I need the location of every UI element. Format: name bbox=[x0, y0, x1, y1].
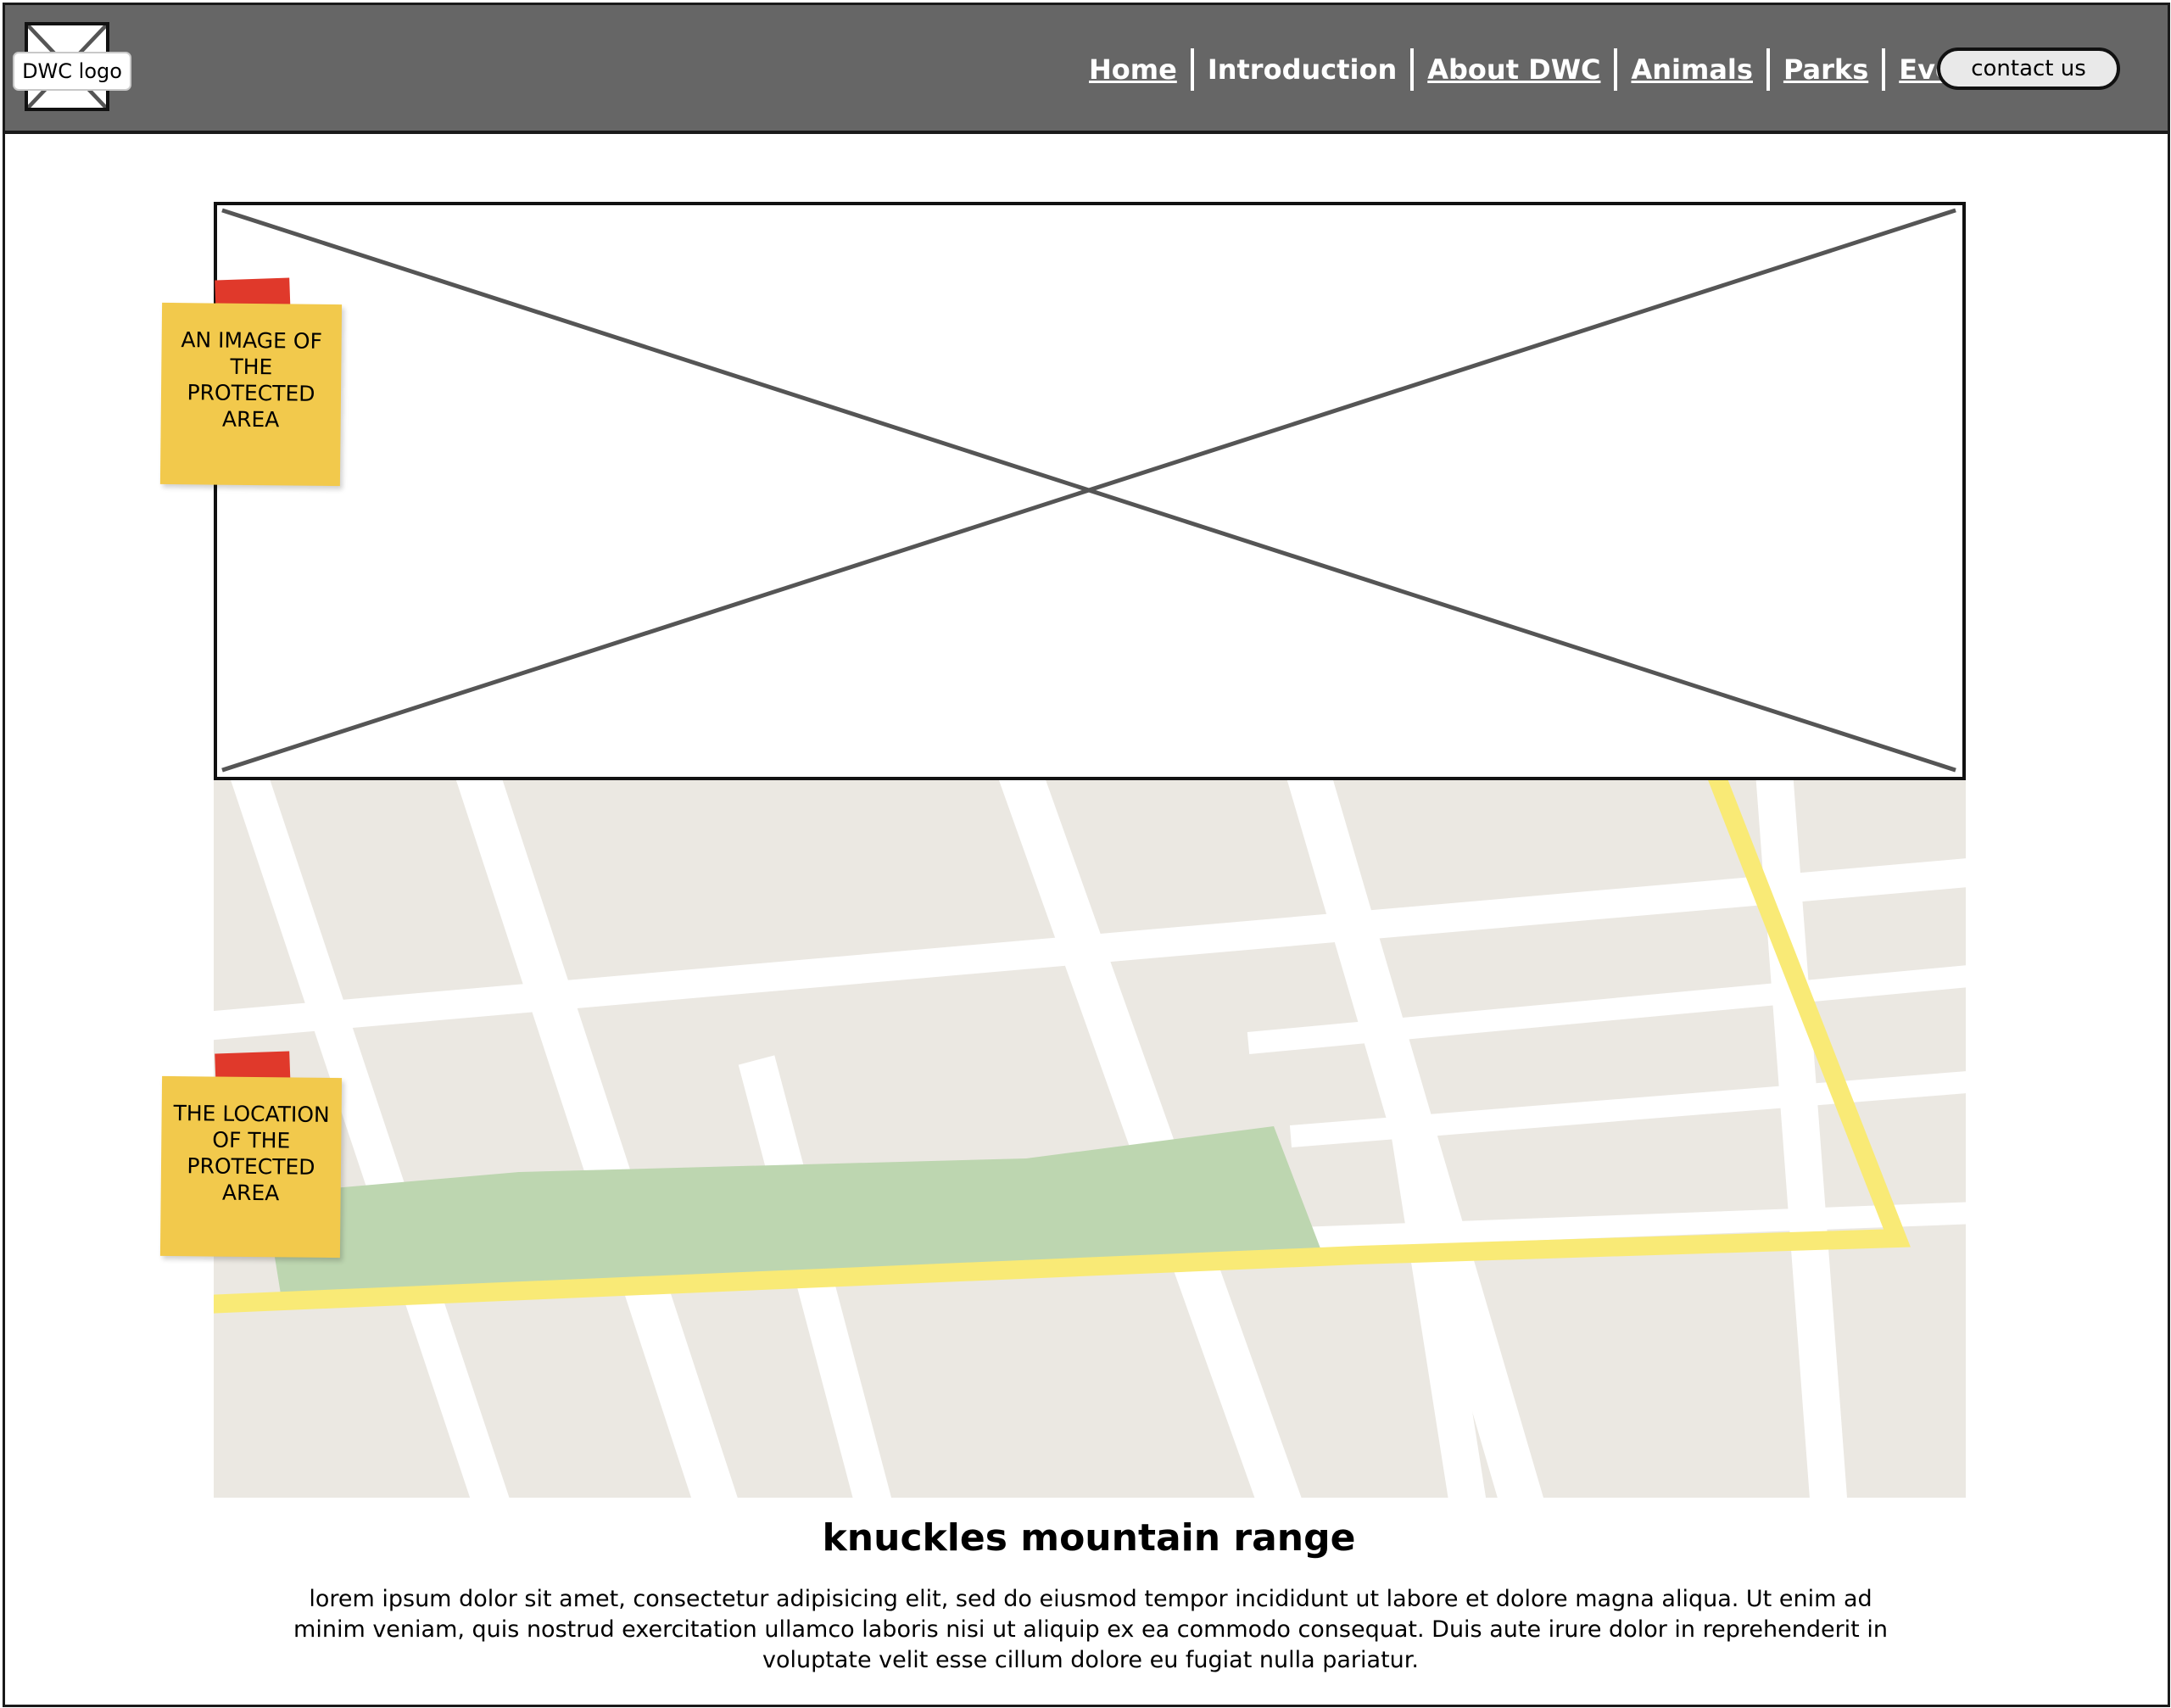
main-nav: Home Introduction About DWC Animals Park… bbox=[1075, 48, 2016, 91]
nav-about-dwc[interactable]: About DWC bbox=[1414, 49, 1614, 90]
nav-introduction[interactable]: Introduction bbox=[1194, 49, 1410, 90]
sticky-note-text: AN IMAGE OF THE PROTECTED AREA bbox=[181, 327, 323, 433]
wireframe-page: DWC logo Home Introduction About DWC Ani… bbox=[3, 3, 2170, 1707]
section-body-text: lorem ipsum dolor sit amet, consectetur … bbox=[293, 1586, 1888, 1673]
sticky-note-text: THE LOCATION OF THE PROTECTED AREA bbox=[173, 1101, 330, 1206]
site-header: DWC logo Home Introduction About DWC Ani… bbox=[5, 5, 2168, 134]
section-title: knuckles mountain range bbox=[822, 1516, 1356, 1560]
logo-label: DWC logo bbox=[13, 52, 131, 91]
sticky-note-location: THE LOCATION OF THE PROTECTED AREA bbox=[159, 1075, 343, 1259]
protected-area-image-placeholder bbox=[214, 202, 1966, 780]
location-map[interactable] bbox=[214, 780, 1966, 1498]
map-graphic bbox=[214, 780, 1966, 1498]
nav-home[interactable]: Home bbox=[1075, 49, 1191, 90]
nav-parks[interactable]: Parks bbox=[1770, 49, 1882, 90]
contact-us-button[interactable]: contact us bbox=[1937, 47, 2120, 90]
nav-animals[interactable]: Animals bbox=[1617, 49, 1766, 90]
image-placeholder-icon bbox=[221, 208, 1956, 773]
sticky-note-image: AN IMAGE OF THE PROTECTED AREA bbox=[159, 302, 343, 487]
